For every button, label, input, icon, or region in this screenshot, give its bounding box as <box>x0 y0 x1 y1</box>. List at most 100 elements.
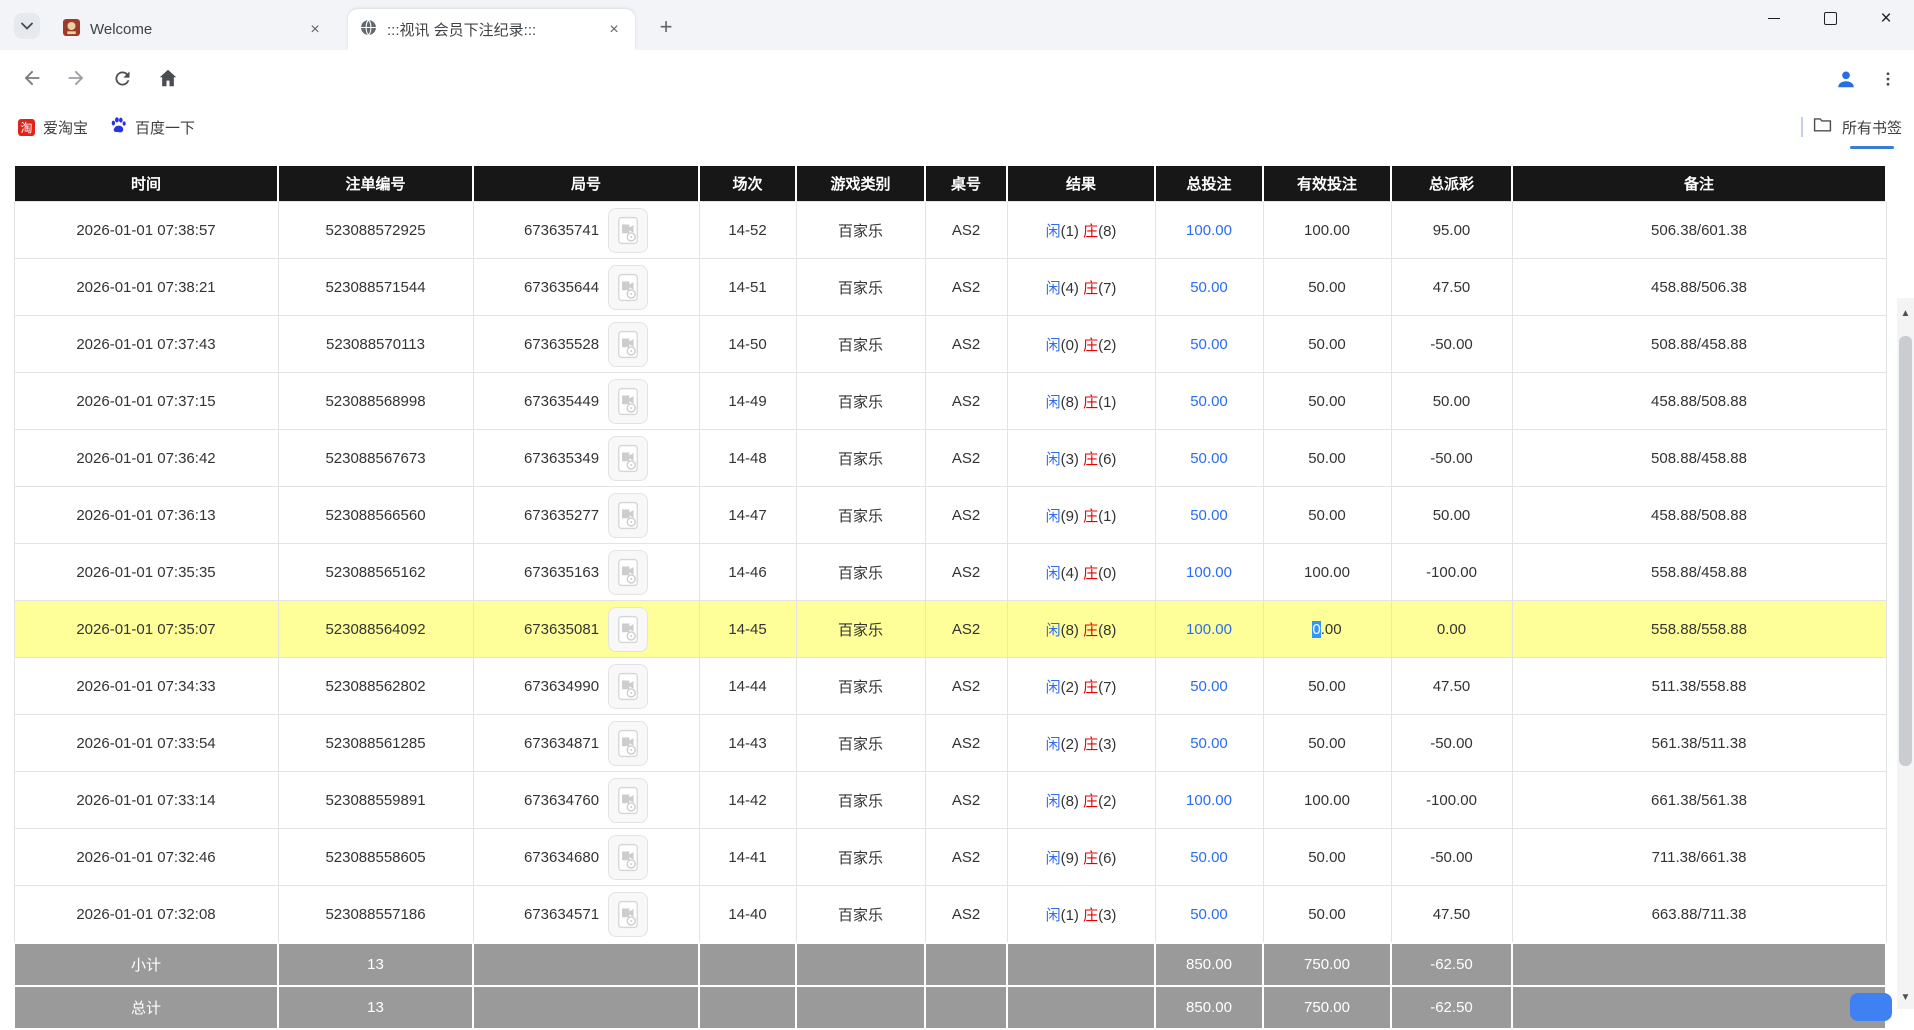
cell-remark: 558.88/458.88 <box>1512 544 1886 601</box>
cell-round: 673635449 <box>473 373 699 430</box>
total-bet-link[interactable]: 50.00 <box>1190 279 1228 296</box>
table-row[interactable]: 2026-01-01 07:32:46523088558605673634680… <box>14 829 1886 886</box>
cell-result: 闲(4) 庄(7) <box>1007 259 1155 316</box>
page-scrollbar[interactable]: ▲ ▼ <box>1897 298 1914 1009</box>
cell-round: 673635349 <box>473 430 699 487</box>
video-replay-button[interactable] <box>608 721 648 766</box>
video-replay-button[interactable] <box>608 892 648 937</box>
total-bet-link[interactable]: 100.00 <box>1186 621 1232 638</box>
table-row[interactable]: 2026-01-01 07:33:14523088559891673634760… <box>14 772 1886 829</box>
cell-session: 14-41 <box>699 829 796 886</box>
cell-valid-bet: 50.00 <box>1263 430 1391 487</box>
new-tab-button[interactable]: + <box>652 13 680 41</box>
total-bet-link[interactable]: 50.00 <box>1190 849 1228 866</box>
video-replay-button[interactable] <box>608 493 648 538</box>
cell-valid-bet: 50.00 <box>1263 373 1391 430</box>
zhuang-label: 庄 <box>1083 850 1098 867</box>
back-button[interactable] <box>20 66 44 90</box>
total-bet-link[interactable]: 100.00 <box>1186 222 1232 239</box>
total-bet-link[interactable]: 50.00 <box>1190 678 1228 695</box>
cell-payout: 95.00 <box>1391 202 1512 259</box>
home-button[interactable] <box>156 66 180 90</box>
table-row[interactable]: 2026-01-01 07:35:07523088564092673635081… <box>14 601 1886 658</box>
total-bet-link[interactable]: 50.00 <box>1190 507 1228 524</box>
video-replay-button[interactable] <box>608 436 648 481</box>
tab-betrecord[interactable]: :::视讯 会员下注纪录::: × <box>348 9 635 50</box>
video-replay-button[interactable] <box>608 778 648 823</box>
minimize-button[interactable] <box>1746 0 1802 36</box>
video-file-icon <box>616 672 640 701</box>
table-row[interactable]: 2026-01-01 07:32:08523088557186673634571… <box>14 886 1886 944</box>
scrollbar-thumb[interactable] <box>1899 336 1912 766</box>
scroll-down-icon[interactable]: ▼ <box>1897 988 1914 1007</box>
profile-avatar[interactable] <box>1834 67 1858 91</box>
table-row[interactable]: 2026-01-01 07:36:13523088566560673635277… <box>14 487 1886 544</box>
cell-result: 闲(1) 庄(8) <box>1007 202 1155 259</box>
total-bet-link[interactable]: 100.00 <box>1186 792 1232 809</box>
scroll-up-icon[interactable]: ▲ <box>1897 304 1914 323</box>
cell-total-bet: 50.00 <box>1155 658 1263 715</box>
bookmark-baidu[interactable]: 百度一下 <box>104 113 201 141</box>
video-replay-button[interactable] <box>608 265 648 310</box>
cell-round: 673634760 <box>473 772 699 829</box>
cell-table-no: AS2 <box>925 487 1007 544</box>
video-replay-button[interactable] <box>608 208 648 253</box>
cell-session: 14-51 <box>699 259 796 316</box>
video-replay-button[interactable] <box>608 607 648 652</box>
zhuang-label: 庄 <box>1083 622 1098 639</box>
close-icon[interactable]: × <box>306 21 324 39</box>
cell-session: 14-45 <box>699 601 796 658</box>
table-row[interactable]: 2026-01-01 07:33:54523088561285673634871… <box>14 715 1886 772</box>
close-window-button[interactable]: × <box>1858 0 1914 36</box>
column-header: 时间 <box>14 166 278 202</box>
cell-result: 闲(4) 庄(0) <box>1007 544 1155 601</box>
video-replay-button[interactable] <box>608 379 648 424</box>
bet-records-table: 时间注单编号局号场次游戏类别桌号结果总投注有效投注总派彩备注 2026-01-0… <box>13 166 1887 1030</box>
total-bet-link[interactable]: 50.00 <box>1190 336 1228 353</box>
close-icon[interactable]: × <box>605 21 623 39</box>
xian-label: 闲 <box>1046 622 1061 639</box>
zhuang-label: 庄 <box>1083 565 1098 582</box>
total-bet-link[interactable]: 100.00 <box>1186 564 1232 581</box>
cell-remark: 508.88/458.88 <box>1512 430 1886 487</box>
tab-search-button[interactable] <box>14 13 40 39</box>
total-bet-link[interactable]: 50.00 <box>1190 450 1228 467</box>
column-header: 备注 <box>1512 166 1886 202</box>
table-row[interactable]: 2026-01-01 07:34:33523088562802673634990… <box>14 658 1886 715</box>
total-bet-link[interactable]: 50.00 <box>1190 735 1228 752</box>
cell-result: 闲(9) 庄(6) <box>1007 829 1155 886</box>
table-row[interactable]: 2026-01-01 07:35:35523088565162673635163… <box>14 544 1886 601</box>
all-bookmarks-button[interactable]: 所有书签 <box>1842 117 1902 138</box>
cell-time: 2026-01-01 07:35:35 <box>14 544 278 601</box>
zhuang-label: 庄 <box>1083 451 1098 468</box>
video-replay-button[interactable] <box>608 550 648 595</box>
browser-menu-button[interactable] <box>1876 67 1900 91</box>
maximize-button[interactable] <box>1802 0 1858 36</box>
cell-remark: 458.88/508.88 <box>1512 487 1886 544</box>
total-bet-link[interactable]: 50.00 <box>1190 906 1228 923</box>
forward-arrow-icon <box>65 67 87 89</box>
table-row[interactable]: 2026-01-01 07:37:43523088570113673635528… <box>14 316 1886 373</box>
total-bet-link[interactable]: 50.00 <box>1190 393 1228 410</box>
cell-result: 闲(1) 庄(3) <box>1007 886 1155 944</box>
globe-icon <box>360 19 377 41</box>
table-row[interactable]: 2026-01-01 07:38:57523088572925673635741… <box>14 202 1886 259</box>
video-replay-button[interactable] <box>608 835 648 880</box>
tab-welcome[interactable]: Welcome × <box>51 9 336 50</box>
cell-bet-id: 523088572925 <box>278 202 473 259</box>
table-row[interactable]: 2026-01-01 07:38:21523088571544673635644… <box>14 259 1886 316</box>
forward-button[interactable] <box>64 66 88 90</box>
floating-action-button[interactable] <box>1850 993 1892 1021</box>
cell-table-no: AS2 <box>925 430 1007 487</box>
cell-round: 673635277 <box>473 487 699 544</box>
video-replay-button[interactable] <box>608 664 648 709</box>
video-replay-button[interactable] <box>608 322 648 367</box>
zhuang-label: 庄 <box>1083 280 1098 297</box>
table-row[interactable]: 2026-01-01 07:37:15523088568998673635449… <box>14 373 1886 430</box>
reload-button[interactable] <box>110 66 134 90</box>
column-header: 注单编号 <box>278 166 473 202</box>
zhuang-value: (7) <box>1098 679 1116 696</box>
column-header: 有效投注 <box>1263 166 1391 202</box>
bookmark-aitaobao[interactable]: 淘 爱淘宝 <box>12 113 94 141</box>
table-row[interactable]: 2026-01-01 07:36:42523088567673673635349… <box>14 430 1886 487</box>
